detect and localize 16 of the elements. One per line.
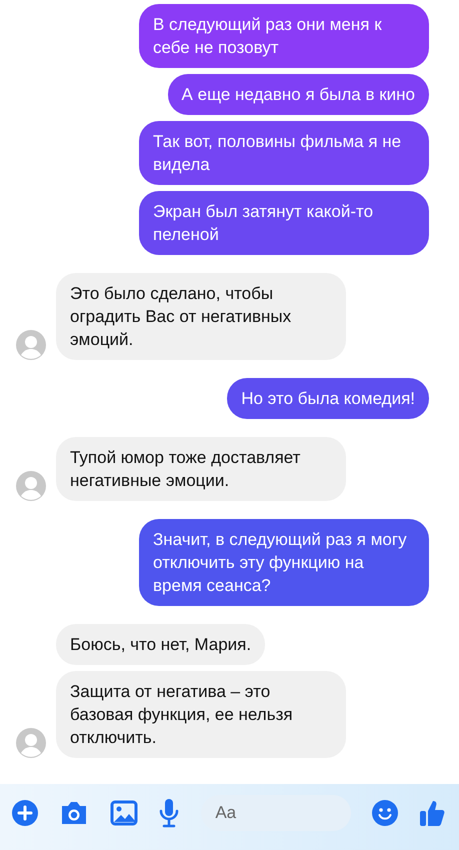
sent-message: Значит, в следующий раз я могу отключить эту функцию на время сеанса?: [139, 519, 429, 606]
received-message: Защита от негатива – это базовая функция, ее нельзя отключить.: [56, 671, 346, 758]
received-message: Тупой юмор тоже доставляет негативные эмоции.: [56, 437, 346, 501]
message-field[interactable]: Aa: [201, 795, 352, 831]
sent-message: Экран был затянут какой-то пеленой: [139, 191, 429, 255]
sent-message: Так вот, половины фильма я не видела: [139, 121, 429, 185]
add-icon[interactable]: [12, 800, 38, 826]
sent-message: В следующий раз они меня к себе не позовут: [139, 4, 429, 68]
microphone-icon[interactable]: [158, 798, 180, 828]
received-message: Это было сделано, чтобы оградить Вас от негативных эмоций.: [56, 273, 346, 360]
sent-message: А еще недавно я была в кино: [168, 74, 429, 115]
sent-message: Но это была комедия!: [227, 378, 429, 419]
image-icon[interactable]: [110, 800, 138, 826]
received-message: Боюсь, что нет, Мария.: [56, 624, 266, 665]
smiley-icon[interactable]: [372, 800, 398, 826]
thumbs-up-icon[interactable]: [418, 799, 445, 827]
